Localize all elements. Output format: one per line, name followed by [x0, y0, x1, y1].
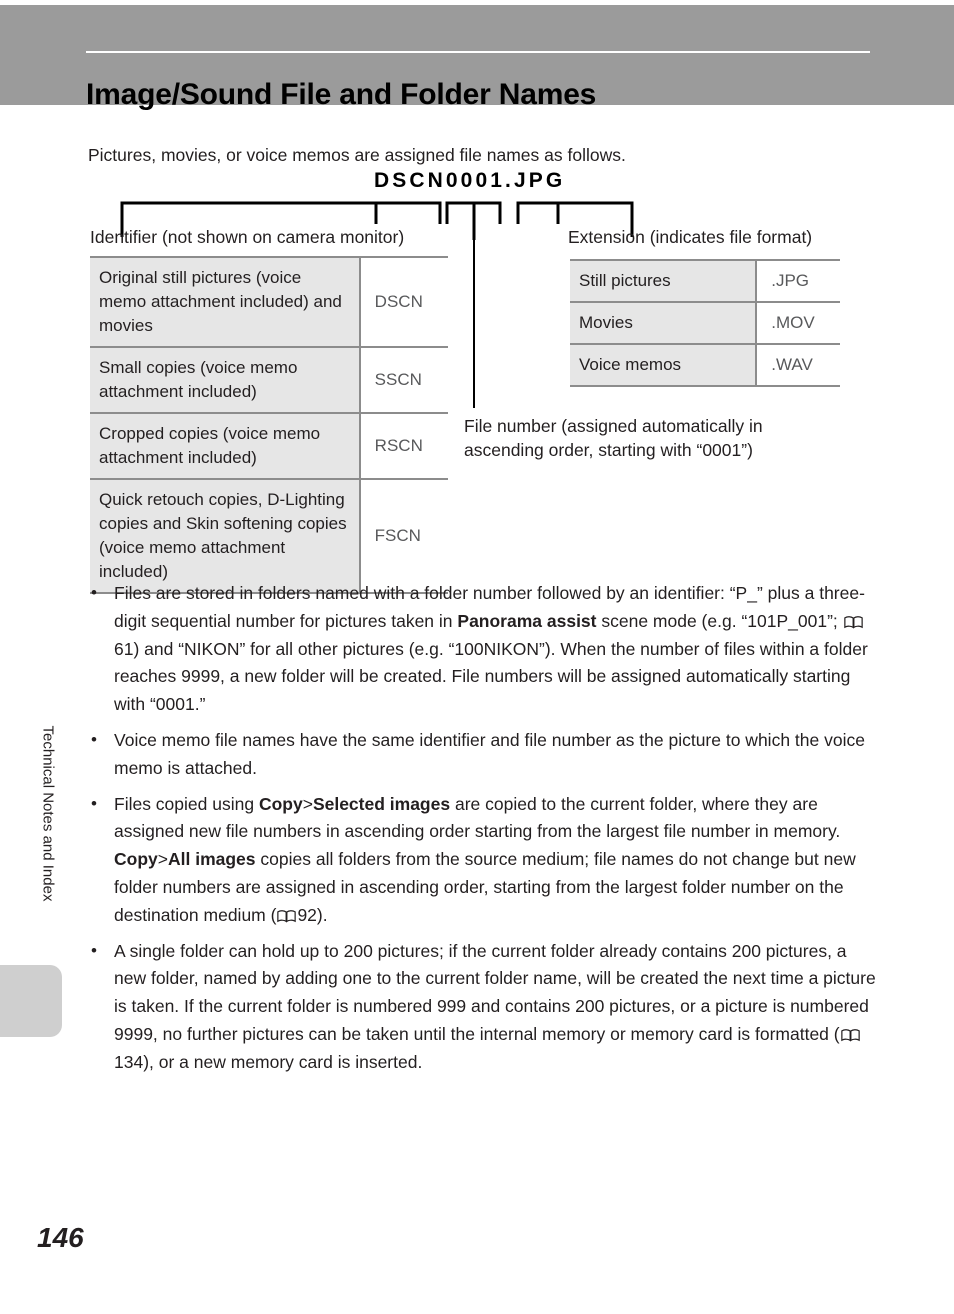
page-title: Image/Sound File and Folder Names — [86, 78, 597, 112]
table-row: Voice memos .WAV — [570, 343, 840, 387]
extension-caption: Extension (indicates file format) — [568, 227, 813, 247]
bullet-text: ) and “NIKON” for all other pictures (e.… — [114, 638, 868, 715]
list-item: A single folder can hold up to 200 pictu… — [88, 937, 878, 1077]
table-row: Cropped copies (voice memo attachment in… — [90, 412, 448, 480]
identifier-code: SSCN — [359, 346, 448, 414]
intro-paragraph: Pictures, movies, or voice memos are ass… — [88, 144, 626, 165]
menu-term-all-images: All images — [167, 849, 256, 870]
book-page-reference-icon — [840, 1029, 860, 1042]
bullet-text: ), or a new memory card is inserted. — [143, 1051, 423, 1072]
section-tab-marker — [0, 965, 62, 1037]
page-reference-number: 61 — [114, 638, 134, 659]
extension-description: Voice memos — [570, 343, 758, 387]
example-filename: DSCN0001.JPG — [374, 169, 566, 192]
extension-code: .JPG — [756, 259, 840, 303]
menu-term-selected-images: Selected images — [312, 793, 451, 814]
identifier-description: Small copies (voice memo attachment incl… — [90, 346, 361, 414]
table-row: Original still pictures (voice memo atta… — [90, 256, 448, 348]
extension-table: Still pictures .JPG Movies .MOV Voice me… — [570, 259, 840, 387]
table-row: Still pictures .JPG — [570, 259, 840, 303]
extension-code: .MOV — [756, 301, 840, 345]
identifier-code: DSCN — [359, 256, 448, 348]
page-reference-number: 134 — [114, 1051, 144, 1072]
extension-code: .WAV — [756, 343, 840, 387]
menu-separator: > — [157, 849, 168, 870]
bullet-text: scene mode (e.g. “101P_001”; — [596, 610, 843, 631]
book-page-reference-icon — [843, 615, 863, 629]
table-row: Quick retouch copies, D-Lighting copies … — [90, 478, 448, 594]
notes-bullet-list: Files are stored in folders named with a… — [88, 579, 878, 1085]
file-number-caption: File number (assigned automatically in a… — [464, 416, 763, 460]
section-tab-label: Technical Notes and Index — [39, 725, 57, 902]
page-reference-number: 92 — [297, 904, 317, 925]
identifier-description: Original still pictures (voice memo atta… — [90, 256, 361, 348]
identifier-code: RSCN — [359, 412, 448, 480]
bullet-text: Files copied using — [114, 793, 259, 814]
extension-description: Still pictures — [570, 259, 758, 303]
book-page-reference-icon — [277, 909, 297, 923]
page-number: 146 — [37, 1222, 84, 1253]
header-divider-rule — [86, 51, 870, 53]
identifier-table: Original still pictures (voice memo atta… — [90, 256, 448, 594]
identifier-caption: Identifier (not shown on camera monitor) — [90, 227, 405, 247]
menu-term-copy: Copy — [114, 849, 158, 870]
identifier-code: FSCN — [359, 478, 448, 594]
menu-separator: > — [302, 793, 313, 814]
bullet-text: A single folder can hold up to 200 pictu… — [114, 940, 876, 1044]
table-row: Small copies (voice memo attachment incl… — [90, 346, 448, 414]
list-item: Voice memo file names have the same iden… — [88, 726, 878, 783]
bullet-text: ). — [316, 904, 328, 925]
bullet-bold-term: Panorama assist — [457, 610, 597, 631]
identifier-description: Quick retouch copies, D-Lighting copies … — [90, 478, 361, 594]
extension-description: Movies — [570, 301, 758, 345]
list-item: Files are stored in folders named with a… — [88, 579, 878, 719]
table-row: Movies .MOV — [570, 301, 840, 345]
identifier-description: Cropped copies (voice memo attachment in… — [90, 412, 361, 480]
bullet-text: Voice memo file names have the same iden… — [114, 729, 865, 778]
menu-term-copy: Copy — [258, 793, 303, 814]
list-item: Files copied using Copy>Selected images … — [88, 790, 878, 930]
